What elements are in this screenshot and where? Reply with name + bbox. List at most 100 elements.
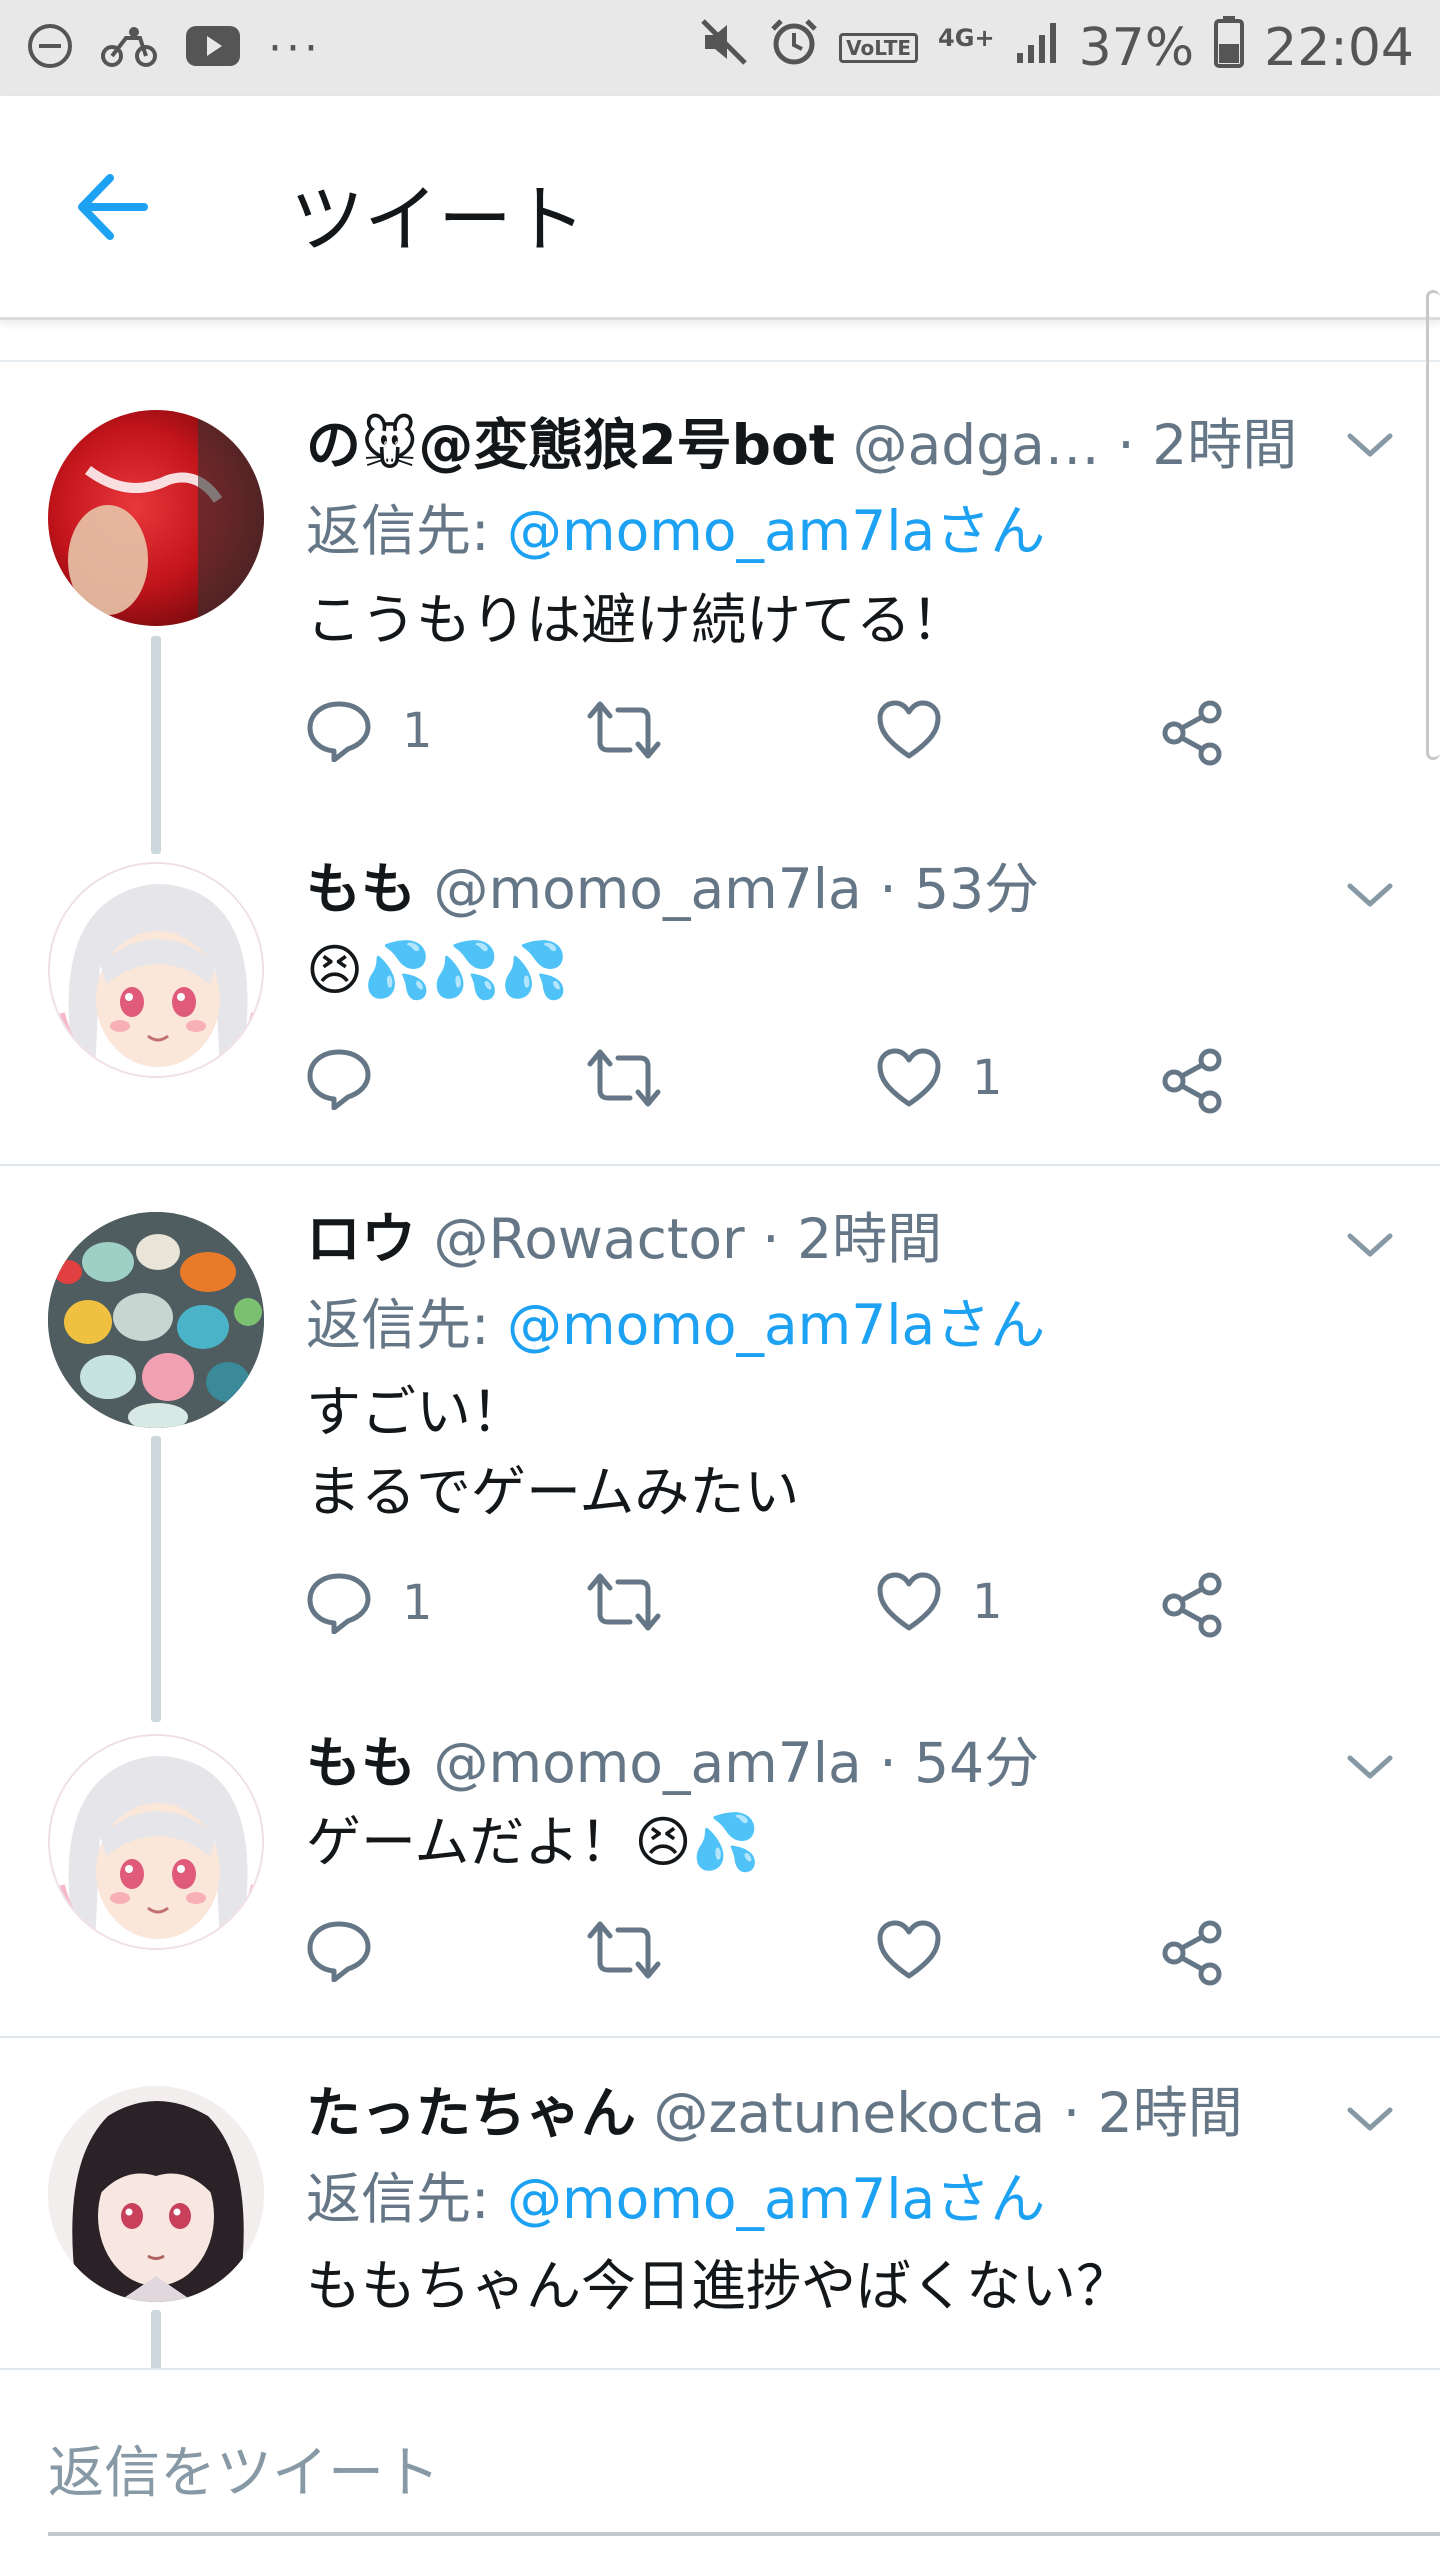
chevron-down-icon[interactable] bbox=[1346, 1752, 1394, 1782]
reply-prefix: 返信先: bbox=[306, 499, 490, 563]
battery-percent: 37% bbox=[1078, 18, 1195, 78]
reply-icon bbox=[307, 1573, 371, 1634]
retweet-icon bbox=[587, 1921, 661, 1979]
avatar[interactable] bbox=[48, 1212, 264, 1428]
reply-button[interactable] bbox=[306, 1048, 402, 1110]
share-icon bbox=[1162, 1048, 1222, 1114]
tweet-time: · 2時間 bbox=[762, 1207, 943, 1271]
like-button[interactable]: 1 bbox=[876, 1572, 1003, 1632]
like-button[interactable]: 1 bbox=[876, 1048, 1003, 1108]
like-button[interactable] bbox=[876, 700, 972, 760]
tweet-actions: 1 1 bbox=[306, 1572, 1266, 1652]
chevron-down-icon[interactable] bbox=[1346, 430, 1394, 460]
tweet-header: の🐭@変態狼2号bot @adga… · 2時間 bbox=[306, 412, 1297, 478]
retweet-icon bbox=[587, 1573, 661, 1631]
more-notifications: ··· bbox=[268, 22, 322, 74]
reply-icon bbox=[307, 1049, 371, 1110]
share-icon bbox=[1162, 700, 1222, 766]
divider bbox=[0, 2036, 1440, 2038]
tweet-time: · 2時間 bbox=[1062, 2081, 1243, 2145]
mute-icon bbox=[699, 17, 749, 80]
reply-prefix: 返信先: bbox=[306, 1293, 490, 1357]
reply-context: 返信先: @momo_am7laさん bbox=[306, 498, 1045, 564]
status-bar: ··· VoLTE 4G+ 37% 22:04 bbox=[0, 0, 1440, 96]
app-bar: ツイート bbox=[0, 96, 1440, 320]
reply-icon bbox=[307, 1921, 371, 1982]
tweet-text: こうもりは避け続けてる！ bbox=[306, 588, 967, 652]
volte-icon: VoLTE bbox=[839, 33, 919, 63]
arrow-left-icon bbox=[78, 174, 148, 240]
reply-to-link[interactable]: @momo_am7laさん bbox=[507, 1293, 1045, 1357]
like-count: 1 bbox=[972, 1574, 1003, 1630]
tweet-header: もも @momo_am7la · 54分 bbox=[306, 1730, 1039, 1796]
tweet-actions: 1 bbox=[306, 1048, 1266, 1128]
chevron-down-icon[interactable] bbox=[1346, 2104, 1394, 2134]
reply-button[interactable] bbox=[306, 1920, 402, 1982]
heart-icon bbox=[877, 1920, 941, 1979]
tweet-actions bbox=[306, 1920, 1266, 2000]
heart-icon bbox=[877, 1048, 941, 1107]
battery-icon bbox=[1214, 15, 1245, 81]
display-name[interactable]: ロウ bbox=[306, 1207, 416, 1271]
share-button[interactable] bbox=[1160, 1920, 1226, 1986]
retweet-icon bbox=[587, 1049, 661, 1107]
tweet-header: ロウ @Rowactor · 2時間 bbox=[306, 1206, 942, 1272]
divider bbox=[0, 360, 1440, 362]
thread-line bbox=[151, 2310, 161, 2370]
heart-icon bbox=[877, 700, 941, 759]
heart-icon bbox=[877, 1572, 941, 1631]
user-handle[interactable]: @Rowactor bbox=[434, 1207, 745, 1271]
network-type: 4G+ bbox=[938, 24, 995, 52]
retweet-button[interactable] bbox=[586, 1048, 692, 1108]
user-handle[interactable]: @adga… bbox=[853, 413, 1100, 477]
tweet-text: ゲームだよ！😣💦 bbox=[306, 1810, 761, 1874]
tweet-text: 😣💦💦💦 bbox=[306, 938, 569, 1002]
like-button[interactable] bbox=[876, 1920, 972, 1980]
reply-count: 1 bbox=[402, 703, 433, 759]
display-name[interactable]: たったちゃん bbox=[306, 2081, 636, 2145]
reply-button[interactable]: 1 bbox=[306, 700, 433, 762]
chevron-down-icon[interactable] bbox=[1346, 880, 1394, 910]
chevron-down-icon[interactable] bbox=[1346, 1230, 1394, 1260]
reply-count: 1 bbox=[402, 1575, 433, 1631]
composer-underline bbox=[48, 2532, 1440, 2536]
share-button[interactable] bbox=[1160, 700, 1226, 766]
reply-button[interactable]: 1 bbox=[306, 1572, 433, 1634]
display-name[interactable]: の🐭@変態狼2号bot bbox=[306, 413, 835, 477]
thread-line bbox=[151, 636, 161, 854]
retweet-button[interactable] bbox=[586, 1920, 692, 1980]
tweet-time: · 2時間 bbox=[1117, 413, 1298, 477]
user-handle[interactable]: @momo_am7la bbox=[434, 1731, 862, 1795]
reply-to-link[interactable]: @momo_am7laさん bbox=[507, 499, 1045, 563]
reply-to-link[interactable]: @momo_am7laさん bbox=[507, 2167, 1045, 2231]
share-icon bbox=[1162, 1572, 1222, 1638]
avatar[interactable] bbox=[48, 1734, 264, 1950]
tweet-time: · 54分 bbox=[879, 1731, 1040, 1795]
avatar[interactable] bbox=[48, 862, 264, 1078]
scrollbar[interactable] bbox=[1426, 290, 1440, 760]
back-button[interactable] bbox=[76, 174, 148, 240]
display-name[interactable]: もも bbox=[306, 1731, 416, 1795]
share-button[interactable] bbox=[1160, 1572, 1226, 1638]
tweet-actions: 1 bbox=[306, 700, 1266, 780]
share-icon bbox=[1162, 1920, 1222, 1986]
user-handle[interactable]: @zatunekocta bbox=[654, 2081, 1046, 2145]
reply-prefix: 返信先: bbox=[306, 2167, 490, 2231]
avatar[interactable] bbox=[48, 2086, 264, 2302]
avatar[interactable] bbox=[48, 410, 264, 626]
thread-line bbox=[151, 1436, 161, 1722]
tweet-text: すごい！ まるでゲームみたい bbox=[306, 1380, 800, 1524]
user-handle[interactable]: @momo_am7la bbox=[434, 857, 862, 921]
tweet-header: たったちゃん @zatunekocta · 2時間 bbox=[306, 2080, 1243, 2146]
youtube-icon bbox=[184, 24, 242, 72]
alarm-icon bbox=[769, 17, 819, 80]
retweet-button[interactable] bbox=[586, 700, 692, 760]
like-count: 1 bbox=[972, 1050, 1003, 1106]
reply-input[interactable]: 返信をツイート bbox=[48, 2428, 440, 2509]
tweet-header: もも @momo_am7la · 53分 bbox=[306, 856, 1039, 922]
page-title: ツイート bbox=[290, 177, 586, 263]
dnd-icon bbox=[26, 22, 74, 74]
retweet-button[interactable] bbox=[586, 1572, 692, 1632]
share-button[interactable] bbox=[1160, 1048, 1226, 1114]
display-name[interactable]: もも bbox=[306, 857, 416, 921]
